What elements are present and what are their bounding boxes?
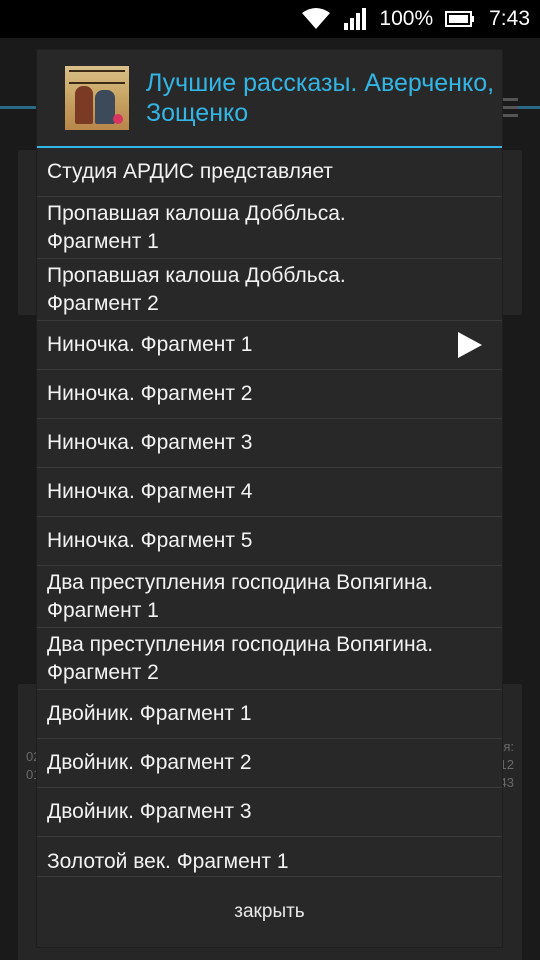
track-label: Ниночка. Фрагмент 1	[47, 333, 253, 356]
battery-icon	[445, 9, 475, 29]
track-item[interactable]: Ниночка. Фрагмент 4	[37, 468, 502, 517]
track-label: Два преступления господина Вопягина. Фра…	[47, 632, 434, 684]
track-item[interactable]: Пропавшая калоша Доббльса. Фрагмент 2	[37, 259, 502, 321]
track-item[interactable]: Студия АРДИС представляет	[37, 148, 502, 197]
track-item-playing[interactable]: Ниночка. Фрагмент 1	[37, 321, 502, 370]
track-item[interactable]: Двойник. Фрагмент 1	[37, 690, 502, 739]
screen: 02 01 ия: 12 43 100% 7:43 Лучшие рассказ…	[0, 0, 540, 960]
track-label: Ниночка. Фрагмент 3	[47, 431, 253, 454]
playlist-dialog: Лучшие рассказы. Аверченко, Зощенко Студ…	[37, 50, 502, 947]
track-label: Ниночка. Фрагмент 5	[47, 529, 253, 552]
wifi-icon	[301, 7, 331, 31]
play-icon	[456, 330, 484, 360]
album-cover	[65, 66, 129, 130]
dialog-title: Лучшие рассказы. Аверченко, Зощенко	[146, 69, 495, 127]
track-label: Ниночка. Фрагмент 4	[47, 480, 253, 503]
track-label: Ниночка. Фрагмент 2	[47, 382, 253, 405]
track-item[interactable]: Двойник. Фрагмент 3	[37, 788, 502, 837]
track-label: Пропавшая калоша Доббльса. Фрагмент 1	[47, 201, 346, 253]
track-label: Студия АРДИС представляет	[47, 160, 333, 183]
track-item[interactable]: Золотой век. Фрагмент 1	[37, 837, 502, 876]
track-label: Пропавшая калоша Доббльса. Фрагмент 2	[47, 263, 346, 315]
track-list[interactable]: Студия АРДИС представляет Пропавшая кало…	[37, 148, 502, 876]
track-label: Двойник. Фрагмент 2	[47, 751, 252, 774]
track-item[interactable]: Двойник. Фрагмент 2	[37, 739, 502, 788]
track-item[interactable]: Ниночка. Фрагмент 5	[37, 517, 502, 566]
track-label: Золотой век. Фрагмент 1	[47, 849, 289, 873]
battery-percent: 100%	[379, 7, 434, 30]
signal-icon	[343, 7, 367, 31]
track-label: Двойник. Фрагмент 1	[47, 702, 252, 725]
track-item[interactable]: Два преступления господина Вопягина. Фра…	[37, 566, 502, 628]
dialog-header: Лучшие рассказы. Аверченко, Зощенко	[37, 50, 502, 146]
close-button[interactable]: закрыть	[37, 877, 502, 947]
track-item[interactable]: Ниночка. Фрагмент 2	[37, 370, 502, 419]
track-item[interactable]: Ниночка. Фрагмент 3	[37, 419, 502, 468]
track-label: Два преступления господина Вопягина. Фра…	[47, 570, 434, 622]
track-item[interactable]: Два преступления господина Вопягина. Фра…	[37, 628, 502, 690]
track-label: Двойник. Фрагмент 3	[47, 800, 252, 823]
clock: 7:43	[489, 7, 530, 30]
track-item[interactable]: Пропавшая калоша Доббльса. Фрагмент 1	[37, 197, 502, 259]
status-bar: 100% 7:43	[0, 0, 540, 38]
